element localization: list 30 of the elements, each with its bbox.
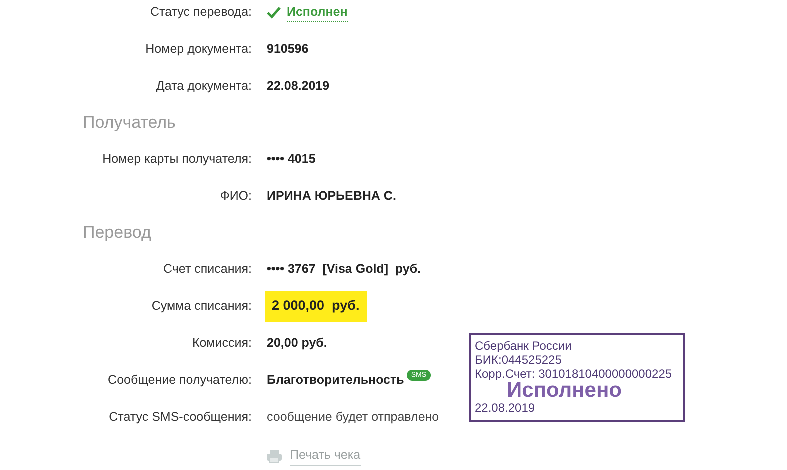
stamp-text: Корр.Счет: 30101810400000000225 bbox=[475, 367, 674, 381]
field-label: Номер документа: bbox=[144, 41, 253, 58]
field-value: 22.08.2019 bbox=[267, 78, 330, 96]
stamp-date: 22.08.2019 bbox=[475, 401, 536, 415]
field-value: Благотворительность bbox=[267, 372, 404, 390]
field-value: 20,00 руб. bbox=[267, 335, 328, 352]
amount-value: 2 000,00 руб. bbox=[265, 291, 367, 322]
section-heading: Перевод bbox=[82, 222, 152, 244]
field-label: Сообщение получателю: bbox=[107, 372, 253, 390]
field-value: •••• 3767 [Visa Gold] руб. bbox=[267, 261, 422, 278]
field-label: Дата документа: bbox=[155, 78, 253, 96]
status-value: Исполнен bbox=[287, 2, 348, 22]
field-value: 910596 bbox=[267, 41, 309, 58]
printer-icon[interactable] bbox=[266, 448, 283, 464]
field-value: •••• 4015 bbox=[267, 151, 316, 168]
field-label: Номер карты получателя: bbox=[102, 151, 253, 168]
print-link[interactable]: Печать чека bbox=[290, 446, 361, 466]
stamp-text: Сбербанк России bbox=[475, 339, 573, 353]
field-value: ИРИНА ЮРЬЕВНА С. bbox=[267, 188, 396, 206]
field-value: сообщение будет отправлено bbox=[267, 409, 440, 426]
check-icon bbox=[267, 6, 281, 18]
field-label: Статус перевода: bbox=[149, 4, 253, 22]
field-label: ФИО: bbox=[219, 188, 253, 206]
field-label: Статус SMS-сообщения: bbox=[108, 409, 253, 426]
section-heading: Получатель bbox=[82, 112, 177, 134]
stamp-text: БИК:044525225 bbox=[475, 353, 563, 367]
field-label: Счет списания: bbox=[162, 261, 253, 278]
stamp-status: Исполнено bbox=[507, 381, 623, 401]
field-label: Сумма списания: bbox=[150, 298, 253, 316]
field-label: Комиссия: bbox=[191, 335, 253, 352]
